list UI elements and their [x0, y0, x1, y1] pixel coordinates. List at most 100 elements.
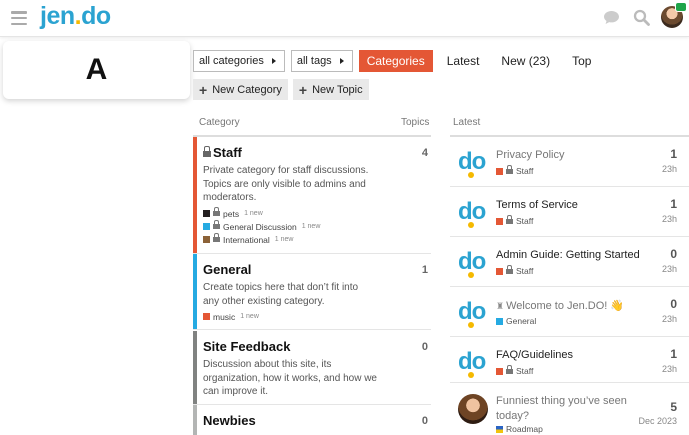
lock-icon [506, 164, 513, 175]
category-description: Create topics here that don’t fit into a… [203, 282, 359, 307]
topic-count: 0 [421, 341, 428, 353]
new-topic-button[interactable]: + New Topic [292, 79, 369, 100]
jendo-logo-icon: do [458, 347, 490, 379]
subcategory-general-discussion[interactable]: General Discussion 1 new [203, 220, 320, 233]
tab-latest[interactable]: Latest [439, 50, 488, 72]
topic-category[interactable]: Staff [496, 164, 533, 176]
plus-icon: + [298, 81, 308, 98]
category-color-square [496, 217, 503, 225]
category-color-square [203, 236, 210, 243]
tab-new[interactable]: New (23) [493, 50, 558, 72]
category-column-header: Category [199, 117, 240, 128]
topic-category[interactable]: Staff [496, 214, 533, 226]
topic-row[interactable]: do Privacy Policy Staff 1 23h [450, 137, 689, 187]
subcategory-pets[interactable]: pets 1 new [203, 207, 320, 220]
sidebar-card: A [3, 41, 190, 99]
tag-filter-dropdown[interactable]: all tags [290, 50, 353, 72]
lock-icon [506, 364, 513, 375]
site-header: jen.do [0, 0, 689, 37]
topic-title[interactable]: Terms of Service [496, 199, 578, 211]
reply-count: 1 [670, 197, 677, 211]
category-description: Discussion about this site, its organiza… [203, 359, 377, 397]
navigation-bar: all categories all tags Categories Lates… [193, 50, 599, 72]
action-buttons: + New Category + New Topic [193, 79, 369, 100]
category-description: Private category for staff discussions. … [203, 165, 369, 203]
topic-count: 4 [421, 147, 428, 159]
topic-row[interactable]: do Terms of Service Staff 1 23h [450, 187, 689, 237]
topic-age[interactable]: 23h [662, 364, 677, 374]
topic-category[interactable]: Staff [496, 364, 533, 376]
reply-count: 5 [670, 400, 677, 414]
subcategory-international[interactable]: International 1 new [203, 233, 320, 246]
latest-column-header: Latest [453, 117, 481, 128]
caret-right-icon [271, 58, 276, 64]
category-color-square [203, 313, 210, 320]
topic-row[interactable]: do Admin Guide: Getting Started Staff 0 … [450, 237, 689, 287]
category-color-bar [193, 405, 197, 435]
category-color-bar [193, 331, 197, 404]
category-name[interactable]: Staff [203, 145, 242, 160]
subcategory-list: pets 1 new General Discussion 1 new Intern… [203, 207, 320, 246]
search-icon[interactable] [631, 7, 651, 27]
topic-age[interactable]: 23h [662, 314, 677, 324]
header-icons [601, 2, 689, 28]
category-color-bar [193, 254, 197, 329]
category-filter-dropdown[interactable]: all categories [193, 50, 285, 72]
topic-age[interactable]: Dec 2023 [638, 416, 677, 426]
category-color-square [203, 223, 210, 230]
topic-title[interactable]: Funniest thing you’ve seen today? [496, 394, 631, 424]
topic-age[interactable]: 23h [662, 214, 677, 224]
reply-count: 1 [670, 147, 677, 161]
topic-category[interactable]: Staff [496, 264, 533, 276]
hamburger-menu-icon[interactable] [11, 11, 27, 25]
topic-age[interactable]: 23h [662, 164, 677, 174]
lock-icon [506, 264, 513, 275]
category-row-general[interactable]: General 1 Create topics here that don’t … [193, 254, 431, 330]
subcategory-list: music 1 new [203, 310, 259, 323]
jendo-logo-icon: do [458, 197, 490, 229]
category-row-newbies[interactable]: Newbies 0 [193, 405, 431, 435]
category-name[interactable]: Site Feedback [203, 339, 290, 354]
topic-category[interactable]: General [496, 316, 536, 326]
caret-right-icon [339, 58, 344, 64]
topic-row[interactable]: Funniest thing you’ve seen today? Roadma… [450, 384, 689, 435]
reply-count: 1 [670, 347, 677, 361]
user-avatar[interactable] [458, 394, 488, 424]
chat-icon[interactable] [601, 7, 621, 27]
category-color-square [496, 425, 503, 433]
category-name[interactable]: Newbies [203, 413, 256, 428]
category-color-square [496, 167, 503, 175]
tab-top[interactable]: Top [564, 50, 599, 72]
topic-title[interactable]: ♜ Welcome to Jen.DO! 👋 [496, 299, 624, 312]
topic-title[interactable]: Privacy Policy [496, 149, 564, 161]
user-avatar[interactable] [661, 2, 687, 28]
topic-count: 0 [421, 415, 428, 427]
topic-age[interactable]: 23h [662, 264, 677, 274]
lock-icon [213, 220, 220, 230]
lock-icon [213, 233, 220, 243]
sidebar-card-letter: A [85, 53, 108, 86]
tab-categories[interactable]: Categories [358, 50, 433, 72]
topic-title[interactable]: Admin Guide: Getting Started [496, 249, 640, 261]
topic-row[interactable]: do FAQ/Guidelines Staff 1 23h [450, 337, 689, 383]
plus-icon: + [199, 81, 208, 98]
notification-badge [675, 2, 687, 12]
topic-title[interactable]: FAQ/Guidelines [496, 349, 573, 361]
topic-category[interactable]: Roadmap [496, 424, 543, 434]
category-row-staff[interactable]: Staff 4 Private category for staff discu… [193, 137, 431, 254]
reply-count: 0 [670, 297, 677, 311]
category-name[interactable]: General [203, 262, 251, 277]
subcategory-music[interactable]: music 1 new [203, 310, 259, 323]
lock-icon [213, 207, 220, 217]
topic-row[interactable]: do ♜ Welcome to Jen.DO! 👋 General 0 23h [450, 287, 689, 337]
topics-column-header: Topics [401, 117, 430, 128]
category-row-site-feedback[interactable]: Site Feedback 0 Discussion about this si… [193, 331, 431, 405]
category-color-square [496, 267, 503, 275]
topic-count: 1 [421, 264, 428, 276]
new-category-button[interactable]: + New Category [193, 79, 288, 100]
site-logo[interactable]: jen.do [40, 2, 111, 31]
reply-count: 0 [670, 247, 677, 261]
jendo-logo-icon: do [458, 147, 490, 179]
category-color-bar [193, 137, 197, 253]
lock-icon [506, 214, 513, 225]
